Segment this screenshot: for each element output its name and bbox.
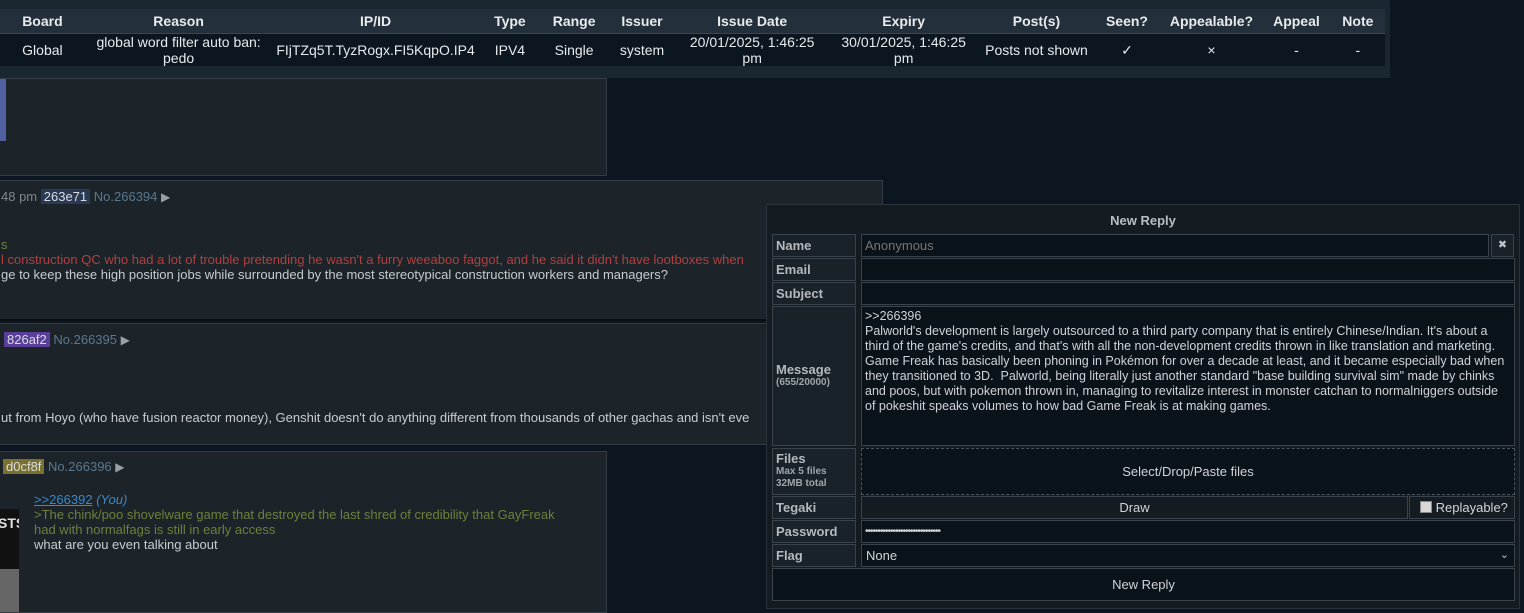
password-field[interactable]: •••••••••••••••••••••••••••••• bbox=[861, 520, 1515, 543]
poster-id[interactable]: 263e71 bbox=[40, 189, 91, 204]
post-line: l construction QC who had a lot of troub… bbox=[1, 252, 744, 267]
post-line: ge to keep these high position jobs whil… bbox=[1, 267, 668, 282]
submit-button[interactable]: New Reply bbox=[772, 568, 1515, 601]
post-number[interactable]: No.266396 bbox=[48, 459, 112, 474]
post-header: d0cf8f No.266396 ▶ bbox=[3, 459, 125, 474]
ban-cell: ✓ bbox=[1093, 33, 1161, 66]
thumbnail-image bbox=[0, 569, 19, 612]
ban-cell: system bbox=[607, 33, 677, 66]
ban-cell: Single bbox=[541, 33, 608, 66]
ban-table: Board Reason IP/ID Type Range Issuer Issue Dat… bbox=[0, 9, 1385, 66]
ban-column-header: Seen? bbox=[1093, 9, 1161, 34]
post-body: >>266392 (You) bbox=[34, 492, 127, 507]
message-label: Message (655/20000) bbox=[772, 306, 856, 446]
you-marker: (You) bbox=[96, 492, 128, 507]
ban-cell: Global bbox=[0, 33, 85, 66]
ban-column-header: Appeal bbox=[1262, 9, 1331, 34]
post-thumbnail[interactable]: STS bbox=[0, 509, 19, 612]
ban-cell: 30/01/2025, 1:46:25 pm bbox=[827, 33, 980, 66]
flag-selected-value: None bbox=[866, 548, 898, 563]
greentext-line: had with normalfags is still in early ac… bbox=[34, 522, 276, 537]
ban-column-header: IP/ID bbox=[272, 9, 479, 34]
message-char-count: (655/20000) bbox=[776, 377, 830, 388]
ban-column-header: Note bbox=[1330, 9, 1385, 34]
ban-cell: FIjTZq5T.TyzRogx.FI5KqpO.IP4 bbox=[272, 33, 479, 66]
post: 48 pm 263e71 No.266394 ▶ s l constructio… bbox=[0, 180, 883, 320]
post-menu-arrow-icon[interactable]: ▶ bbox=[121, 333, 130, 347]
ban-column-header: Reason bbox=[84, 9, 273, 34]
divider bbox=[0, 319, 766, 321]
post-line: ut from Hoyo (who have fusion reactor mo… bbox=[1, 410, 750, 425]
post-text: what are you even talking about bbox=[34, 537, 218, 552]
ban-panel: Board Reason IP/ID Type Range Issuer Issue Dat… bbox=[0, 0, 1390, 78]
files-max-size: 32MB total bbox=[776, 478, 827, 489]
files-label: Files Max 5 files 32MB total bbox=[772, 448, 856, 495]
ban-column-header: Issue Date bbox=[676, 9, 828, 34]
ban-cell: 20/01/2025, 1:46:25 pm bbox=[676, 33, 828, 66]
post-time: 48 pm bbox=[1, 189, 38, 204]
ban-column-header: Expiry bbox=[827, 9, 980, 34]
ban-cell: global word filter auto ban: pedo bbox=[84, 33, 273, 66]
post: 826af2 No.266395 ▶ ut from Hoyo (who hav… bbox=[0, 323, 769, 445]
poster-id[interactable]: d0cf8f bbox=[3, 459, 45, 474]
ban-cell: - bbox=[1330, 33, 1385, 66]
email-label: Email bbox=[772, 258, 856, 281]
password-label: Password bbox=[772, 520, 856, 543]
message-label-text: Message bbox=[776, 362, 831, 377]
ban-table-row: Global global word filter auto ban: pedo F… bbox=[0, 33, 1385, 66]
files-max-count: Max 5 files bbox=[776, 466, 827, 477]
ban-column-header: Appealable? bbox=[1160, 9, 1263, 34]
post-line: s bbox=[1, 237, 8, 252]
post-header: 48 pm 263e71 No.266394 ▶ bbox=[1, 189, 170, 204]
ban-column-header: Board bbox=[0, 9, 85, 34]
reply-form: New Reply Name ✖ Email Subject Message (… bbox=[766, 204, 1520, 609]
poster-id[interactable]: 826af2 bbox=[4, 332, 50, 347]
greentext-line: >The chink/poo shovelware game that dest… bbox=[34, 507, 555, 522]
ban-column-header: Range bbox=[541, 9, 608, 34]
subject-field[interactable] bbox=[861, 282, 1515, 305]
reply-form-title[interactable]: New Reply bbox=[767, 213, 1519, 228]
ban-cell: Posts not shown bbox=[979, 33, 1094, 66]
ban-cell: IPV4 bbox=[478, 33, 542, 66]
name-field[interactable] bbox=[861, 234, 1489, 257]
email-field[interactable] bbox=[861, 258, 1515, 281]
thumbnail-edge bbox=[0, 79, 6, 141]
flag-select[interactable]: None ⌄ bbox=[861, 544, 1515, 567]
tegaki-label: Tegaki bbox=[772, 496, 856, 519]
thumbnail-text: STS bbox=[0, 515, 19, 531]
ban-column-header: Type bbox=[478, 9, 542, 34]
post-number[interactable]: No.266394 bbox=[94, 189, 158, 204]
quote-link[interactable]: >>266392 bbox=[34, 492, 93, 507]
replayable-label: Replayable? bbox=[1435, 500, 1508, 515]
file-dropzone[interactable]: Select/Drop/Paste files bbox=[861, 448, 1515, 495]
post-menu-arrow-icon[interactable]: ▶ bbox=[161, 190, 170, 204]
post-menu-arrow-icon[interactable]: ▶ bbox=[115, 460, 124, 474]
replayable-checkbox[interactable] bbox=[1420, 501, 1432, 513]
post-image-remnant bbox=[0, 78, 607, 176]
replayable-option: Replayable? bbox=[1409, 496, 1515, 519]
ban-table-header: Board Reason IP/ID Type Range Issuer Issue Dat… bbox=[0, 9, 1385, 34]
post-number[interactable]: No.266395 bbox=[53, 332, 117, 347]
post: d0cf8f No.266396 ▶ STS >>266392 (You) >T… bbox=[0, 451, 607, 613]
ban-column-header: Post(s) bbox=[979, 9, 1094, 34]
message-field[interactable]: >>266396 Palworld's development is large… bbox=[861, 306, 1515, 446]
subject-label: Subject bbox=[772, 282, 856, 305]
draw-button[interactable]: Draw bbox=[861, 496, 1408, 519]
ban-column-header: Issuer bbox=[607, 9, 677, 34]
files-label-text: Files bbox=[776, 451, 806, 466]
post-header: 826af2 No.266395 ▶ bbox=[4, 332, 130, 347]
ban-cell: - bbox=[1262, 33, 1331, 66]
close-icon[interactable]: ✖ bbox=[1491, 234, 1514, 257]
ban-cell: × bbox=[1160, 33, 1263, 66]
name-label: Name bbox=[772, 234, 856, 257]
flag-label: Flag bbox=[772, 544, 856, 567]
chevron-down-icon: ⌄ bbox=[1499, 549, 1509, 561]
